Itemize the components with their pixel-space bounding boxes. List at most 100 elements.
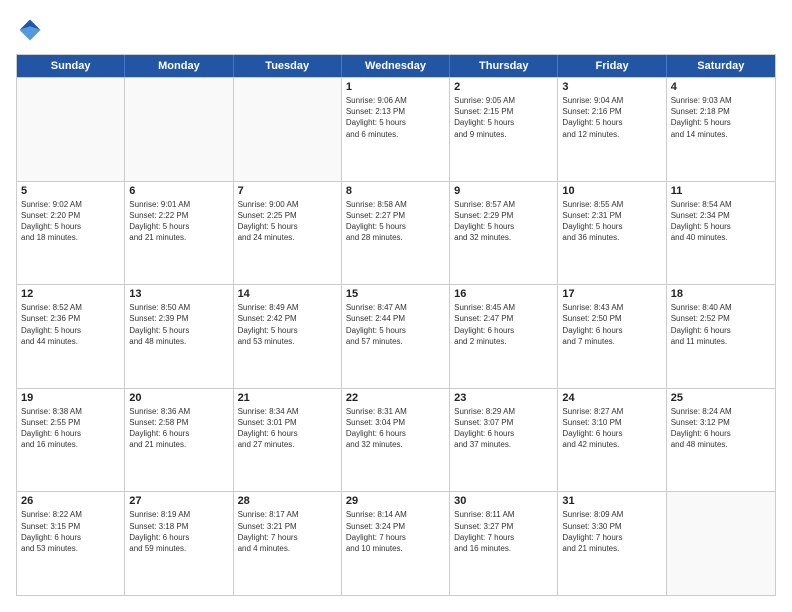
cal-cell-2-1: 13 Sunrise: 8:50 AM Sunset: 2:39 PM Dayli… bbox=[125, 285, 233, 388]
cal-cell-4-6 bbox=[667, 492, 775, 595]
day-number: 30 bbox=[454, 495, 553, 507]
day-number: 29 bbox=[346, 495, 445, 507]
cell-text: Sunrise: 8:17 AM Sunset: 3:21 PM Dayligh… bbox=[238, 509, 337, 554]
cal-cell-1-5: 10 Sunrise: 8:55 AM Sunset: 2:31 PM Dayli… bbox=[558, 182, 666, 285]
day-number: 11 bbox=[671, 185, 771, 197]
day-number: 8 bbox=[346, 185, 445, 197]
header-cell-wednesday: Wednesday bbox=[342, 55, 450, 77]
cal-cell-1-1: 6 Sunrise: 9:01 AM Sunset: 2:22 PM Daylig… bbox=[125, 182, 233, 285]
cal-cell-0-0 bbox=[17, 78, 125, 181]
cal-cell-3-0: 19 Sunrise: 8:38 AM Sunset: 2:55 PM Dayli… bbox=[17, 389, 125, 492]
cell-text: Sunrise: 8:55 AM Sunset: 2:31 PM Dayligh… bbox=[562, 199, 661, 244]
cal-cell-2-6: 18 Sunrise: 8:40 AM Sunset: 2:52 PM Dayli… bbox=[667, 285, 775, 388]
cal-cell-1-0: 5 Sunrise: 9:02 AM Sunset: 2:20 PM Daylig… bbox=[17, 182, 125, 285]
cell-text: Sunrise: 8:40 AM Sunset: 2:52 PM Dayligh… bbox=[671, 302, 771, 347]
logo-icon bbox=[16, 16, 44, 44]
cell-text: Sunrise: 8:52 AM Sunset: 2:36 PM Dayligh… bbox=[21, 302, 120, 347]
cal-cell-4-4: 30 Sunrise: 8:11 AM Sunset: 3:27 PM Dayli… bbox=[450, 492, 558, 595]
cell-text: Sunrise: 8:29 AM Sunset: 3:07 PM Dayligh… bbox=[454, 406, 553, 451]
day-number: 2 bbox=[454, 81, 553, 93]
cal-cell-4-1: 27Sunrise: 8:19 AM Sunset: 3:18 PM Dayli… bbox=[125, 492, 233, 595]
cal-cell-3-6: 25Sunrise: 8:24 AM Sunset: 3:12 PM Dayli… bbox=[667, 389, 775, 492]
cal-cell-2-2: 14 Sunrise: 8:49 AM Sunset: 2:42 PM Dayli… bbox=[234, 285, 342, 388]
cal-cell-4-0: 26 Sunrise: 8:22 AM Sunset: 3:15 PM Dayli… bbox=[17, 492, 125, 595]
calendar-row-2: 12Sunrise: 8:52 AM Sunset: 2:36 PM Dayli… bbox=[17, 284, 775, 388]
cell-text: Sunrise: 8:34 AM Sunset: 3:01 PM Dayligh… bbox=[238, 406, 337, 451]
cal-cell-1-4: 9Sunrise: 8:57 AM Sunset: 2:29 PM Daylig… bbox=[450, 182, 558, 285]
cell-text: Sunrise: 8:14 AM Sunset: 3:24 PM Dayligh… bbox=[346, 509, 445, 554]
header-cell-monday: Monday bbox=[125, 55, 233, 77]
cell-text: Sunrise: 9:06 AM Sunset: 2:13 PM Dayligh… bbox=[346, 95, 445, 140]
day-number: 16 bbox=[454, 288, 553, 300]
day-number: 24 bbox=[562, 392, 661, 404]
calendar: SundayMondayTuesdayWednesdayThursdayFrid… bbox=[16, 54, 776, 596]
day-number: 7 bbox=[238, 185, 337, 197]
cell-text: Sunrise: 9:05 AM Sunset: 2:15 PM Dayligh… bbox=[454, 95, 553, 140]
logo bbox=[16, 16, 48, 44]
day-number: 26 bbox=[21, 495, 120, 507]
day-number: 13 bbox=[129, 288, 228, 300]
day-number: 21 bbox=[238, 392, 337, 404]
cell-text: Sunrise: 9:00 AM Sunset: 2:25 PM Dayligh… bbox=[238, 199, 337, 244]
day-number: 14 bbox=[238, 288, 337, 300]
cal-cell-2-4: 16 Sunrise: 8:45 AM Sunset: 2:47 PM Dayli… bbox=[450, 285, 558, 388]
day-number: 19 bbox=[21, 392, 120, 404]
cal-cell-0-5: 3 Sunrise: 9:04 AM Sunset: 2:16 PM Daylig… bbox=[558, 78, 666, 181]
day-number: 28 bbox=[238, 495, 337, 507]
day-number: 5 bbox=[21, 185, 120, 197]
cell-text: Sunrise: 9:02 AM Sunset: 2:20 PM Dayligh… bbox=[21, 199, 120, 244]
calendar-row-3: 19 Sunrise: 8:38 AM Sunset: 2:55 PM Dayli… bbox=[17, 388, 775, 492]
day-number: 6 bbox=[129, 185, 228, 197]
page: SundayMondayTuesdayWednesdayThursdayFrid… bbox=[0, 0, 792, 612]
calendar-row-0: 1 Sunrise: 9:06 AM Sunset: 2:13 PM Daylig… bbox=[17, 77, 775, 181]
cell-text: Sunrise: 8:36 AM Sunset: 2:58 PM Dayligh… bbox=[129, 406, 228, 451]
cell-text: Sunrise: 8:54 AM Sunset: 2:34 PM Dayligh… bbox=[671, 199, 771, 244]
day-number: 20 bbox=[129, 392, 228, 404]
cal-cell-4-2: 28 Sunrise: 8:17 AM Sunset: 3:21 PM Dayli… bbox=[234, 492, 342, 595]
cal-cell-3-4: 23 Sunrise: 8:29 AM Sunset: 3:07 PM Dayli… bbox=[450, 389, 558, 492]
cal-cell-1-2: 7 Sunrise: 9:00 AM Sunset: 2:25 PM Daylig… bbox=[234, 182, 342, 285]
cell-text: Sunrise: 8:45 AM Sunset: 2:47 PM Dayligh… bbox=[454, 302, 553, 347]
cell-text: Sunrise: 8:50 AM Sunset: 2:39 PM Dayligh… bbox=[129, 302, 228, 347]
cell-text: Sunrise: 8:27 AM Sunset: 3:10 PM Dayligh… bbox=[562, 406, 661, 451]
cell-text: Sunrise: 8:09 AM Sunset: 3:30 PM Dayligh… bbox=[562, 509, 661, 554]
cell-text: Sunrise: 9:04 AM Sunset: 2:16 PM Dayligh… bbox=[562, 95, 661, 140]
cell-text: Sunrise: 8:49 AM Sunset: 2:42 PM Dayligh… bbox=[238, 302, 337, 347]
day-number: 4 bbox=[671, 81, 771, 93]
calendar-header: SundayMondayTuesdayWednesdayThursdayFrid… bbox=[17, 55, 775, 77]
cell-text: Sunrise: 8:31 AM Sunset: 3:04 PM Dayligh… bbox=[346, 406, 445, 451]
day-number: 23 bbox=[454, 392, 553, 404]
cal-cell-0-6: 4 Sunrise: 9:03 AM Sunset: 2:18 PM Daylig… bbox=[667, 78, 775, 181]
cal-cell-0-3: 1 Sunrise: 9:06 AM Sunset: 2:13 PM Daylig… bbox=[342, 78, 450, 181]
calendar-body: 1 Sunrise: 9:06 AM Sunset: 2:13 PM Daylig… bbox=[17, 77, 775, 595]
day-number: 10 bbox=[562, 185, 661, 197]
day-number: 31 bbox=[562, 495, 661, 507]
cell-text: Sunrise: 8:24 AM Sunset: 3:12 PM Dayligh… bbox=[671, 406, 771, 451]
day-number: 22 bbox=[346, 392, 445, 404]
cal-cell-0-1 bbox=[125, 78, 233, 181]
header-cell-thursday: Thursday bbox=[450, 55, 558, 77]
cell-text: Sunrise: 8:38 AM Sunset: 2:55 PM Dayligh… bbox=[21, 406, 120, 451]
day-number: 15 bbox=[346, 288, 445, 300]
header-cell-saturday: Saturday bbox=[667, 55, 775, 77]
cell-text: Sunrise: 8:11 AM Sunset: 3:27 PM Dayligh… bbox=[454, 509, 553, 554]
cell-text: Sunrise: 8:22 AM Sunset: 3:15 PM Dayligh… bbox=[21, 509, 120, 554]
header-cell-sunday: Sunday bbox=[17, 55, 125, 77]
day-number: 17 bbox=[562, 288, 661, 300]
header-cell-friday: Friday bbox=[558, 55, 666, 77]
cal-cell-2-3: 15Sunrise: 8:47 AM Sunset: 2:44 PM Dayli… bbox=[342, 285, 450, 388]
cal-cell-2-5: 17 Sunrise: 8:43 AM Sunset: 2:50 PM Dayli… bbox=[558, 285, 666, 388]
cell-text: Sunrise: 9:01 AM Sunset: 2:22 PM Dayligh… bbox=[129, 199, 228, 244]
day-number: 3 bbox=[562, 81, 661, 93]
cal-cell-1-3: 8Sunrise: 8:58 AM Sunset: 2:27 PM Daylig… bbox=[342, 182, 450, 285]
cal-cell-4-3: 29 Sunrise: 8:14 AM Sunset: 3:24 PM Dayli… bbox=[342, 492, 450, 595]
calendar-row-1: 5 Sunrise: 9:02 AM Sunset: 2:20 PM Daylig… bbox=[17, 181, 775, 285]
header bbox=[16, 16, 776, 44]
day-number: 18 bbox=[671, 288, 771, 300]
calendar-row-4: 26 Sunrise: 8:22 AM Sunset: 3:15 PM Dayli… bbox=[17, 491, 775, 595]
cell-text: Sunrise: 9:03 AM Sunset: 2:18 PM Dayligh… bbox=[671, 95, 771, 140]
cal-cell-0-4: 2 Sunrise: 9:05 AM Sunset: 2:15 PM Daylig… bbox=[450, 78, 558, 181]
cell-text: Sunrise: 8:57 AM Sunset: 2:29 PM Dayligh… bbox=[454, 199, 553, 244]
day-number: 1 bbox=[346, 81, 445, 93]
cell-text: Sunrise: 8:43 AM Sunset: 2:50 PM Dayligh… bbox=[562, 302, 661, 347]
